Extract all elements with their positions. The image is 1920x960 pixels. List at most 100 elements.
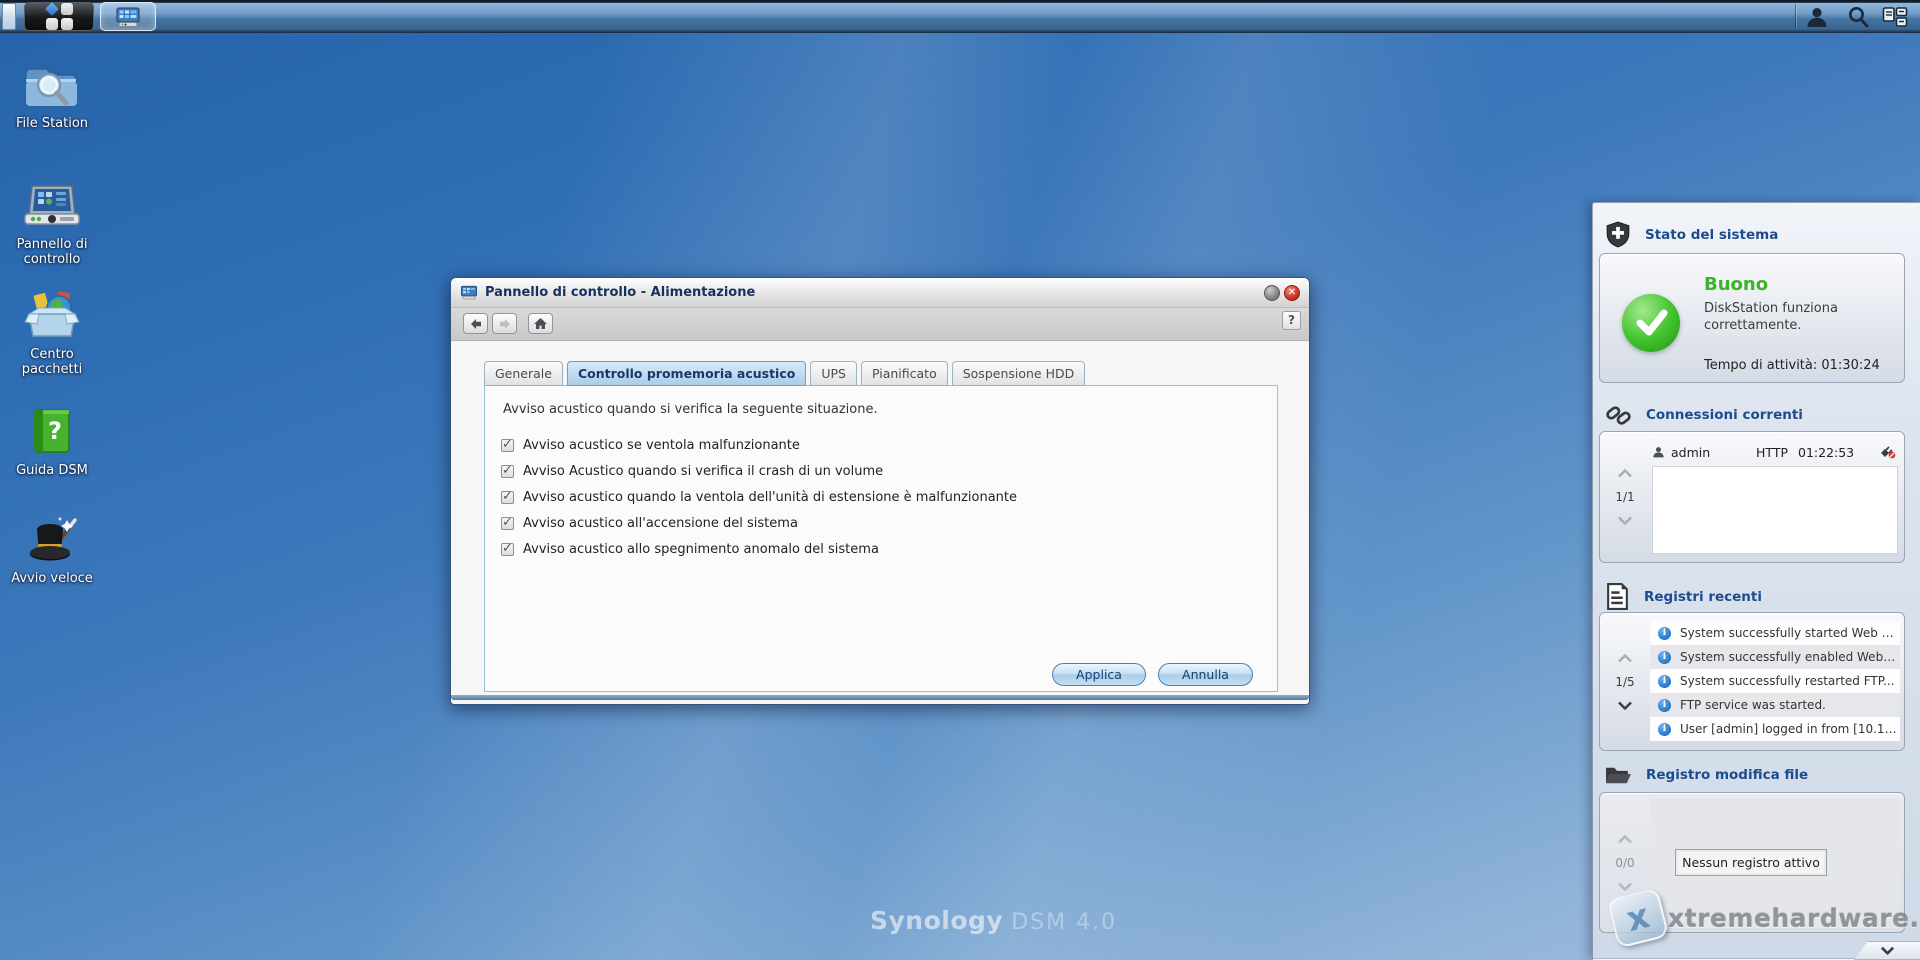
connection-row[interactable]: admin HTTP 01:22:53 bbox=[1652, 440, 1898, 464]
tab[interactable]: Pianificato bbox=[861, 361, 948, 386]
checkbox-checked[interactable] bbox=[501, 517, 514, 530]
forward-arrow-icon bbox=[498, 318, 512, 330]
minimize-button[interactable] bbox=[1264, 285, 1280, 301]
desktop-icon-label: Guida DSM bbox=[4, 463, 100, 478]
home-button[interactable] bbox=[528, 313, 553, 334]
connections-pager: 1/1 bbox=[1600, 432, 1650, 562]
home-icon bbox=[533, 317, 548, 330]
tab-content-panel: Avviso acustico quando si verifica la se… bbox=[484, 385, 1278, 692]
checkbox-label: Avviso acustico se ventola malfunzionant… bbox=[523, 438, 800, 453]
checkbox-row[interactable]: Avviso acustico all'accensione del siste… bbox=[501, 510, 1017, 536]
page-up-icon[interactable] bbox=[1617, 835, 1633, 844]
cancel-button[interactable]: Annulla bbox=[1158, 663, 1253, 686]
close-button[interactable]: ✕ bbox=[1284, 285, 1300, 301]
checkbox-checked[interactable] bbox=[501, 543, 514, 556]
checkbox-checked[interactable] bbox=[501, 465, 514, 478]
package-box-icon bbox=[23, 286, 81, 344]
window-titlebar[interactable]: Pannello di controllo - Alimentazione ✕ bbox=[451, 278, 1309, 308]
checkbox-label: Avviso Acustico quando si verifica il cr… bbox=[523, 464, 883, 479]
desktop-icon-label: Avvio veloce bbox=[4, 571, 100, 586]
chevron-down-icon bbox=[1880, 946, 1895, 955]
search-button[interactable] bbox=[1841, 0, 1875, 33]
window-bottom-frame bbox=[451, 695, 1309, 700]
info-icon: i bbox=[1658, 723, 1671, 736]
back-button[interactable] bbox=[463, 313, 488, 334]
log-document-icon bbox=[1605, 583, 1630, 610]
log-row[interactable]: i User [admin] logged in from [10.16... bbox=[1650, 717, 1900, 741]
page-up-icon[interactable] bbox=[1617, 469, 1633, 478]
info-icon: i bbox=[1658, 651, 1671, 664]
dsm-version-text: DSM 4.0 bbox=[1011, 910, 1117, 935]
info-icon: i bbox=[1658, 699, 1671, 712]
window-body: Generale Controllo promemoria acustico U… bbox=[451, 341, 1309, 700]
tab[interactable]: Sospensione HDD bbox=[952, 361, 1086, 386]
window-toolbar: ? bbox=[451, 308, 1309, 341]
disconnect-icon[interactable] bbox=[1879, 444, 1896, 463]
desktop-icon-package-center[interactable]: Centro pacchetti bbox=[4, 286, 100, 377]
desktop-icon-quick-start[interactable]: Avvio veloce bbox=[4, 510, 100, 586]
recent-logs-header: Registri recenti bbox=[1605, 583, 1762, 610]
system-status-box: Buono DiskStation funziona correttamente… bbox=[1599, 253, 1905, 383]
help-button[interactable]: ? bbox=[1282, 311, 1301, 330]
checkbox-checked[interactable] bbox=[501, 439, 514, 452]
status-ok-icon bbox=[1622, 294, 1680, 352]
connection-time: 01:22:53 bbox=[1798, 445, 1854, 460]
page-down-icon[interactable] bbox=[1617, 882, 1633, 891]
log-row[interactable]: i FTP service was started. bbox=[1650, 693, 1900, 717]
synology-logo-text: Synology bbox=[870, 906, 1003, 935]
log-row[interactable]: i System successfully started Web St... bbox=[1650, 621, 1900, 645]
system-status-header: Stato del sistema bbox=[1605, 221, 1778, 248]
widget-title: Registri recenti bbox=[1644, 589, 1762, 605]
desktop: File Station Pannello di controllo bbox=[0, 0, 1920, 960]
checkbox-row[interactable]: Avviso acustico allo spegnimento anomalo… bbox=[501, 536, 1017, 562]
user-menu-button[interactable] bbox=[1800, 0, 1834, 33]
checkbox-row[interactable]: Avviso acustico quando la ventola dell'u… bbox=[501, 484, 1017, 510]
tab[interactable]: Controllo promemoria acustico bbox=[567, 361, 806, 386]
page-down-icon[interactable] bbox=[1617, 701, 1633, 710]
page-up-icon[interactable] bbox=[1617, 654, 1633, 663]
tab[interactable]: UPS bbox=[810, 361, 857, 386]
green-help-book-icon: ? bbox=[23, 402, 81, 460]
taskbar-divider bbox=[1795, 4, 1796, 29]
pilot-view-icon bbox=[1882, 6, 1908, 28]
log-text: System successfully started Web St... bbox=[1680, 626, 1900, 640]
checkbox-label: Avviso acustico quando la ventola dell'u… bbox=[523, 490, 1017, 505]
checkbox-row[interactable]: Avviso acustico se ventola malfunzionant… bbox=[501, 432, 1017, 458]
connections-header: Connessioni correnti bbox=[1605, 401, 1803, 428]
panel-collapse-button[interactable] bbox=[1854, 941, 1920, 960]
info-icon: i bbox=[1658, 627, 1671, 640]
tab[interactable]: Generale bbox=[484, 361, 563, 386]
page-down-icon[interactable] bbox=[1617, 516, 1633, 525]
checkbox-checked[interactable] bbox=[501, 491, 514, 504]
file-log-empty-message: Nessun registro attivo bbox=[1675, 849, 1827, 876]
desktop-icon-label: Pannello di controllo bbox=[4, 237, 100, 267]
log-text: FTP service was started. bbox=[1680, 698, 1826, 712]
desktop-icon-label: Centro pacchetti bbox=[4, 347, 100, 377]
show-desktop-button[interactable] bbox=[2, 3, 16, 30]
pilot-view-button[interactable] bbox=[1878, 0, 1912, 33]
open-folder-icon bbox=[1605, 763, 1632, 787]
forward-button[interactable] bbox=[492, 313, 517, 334]
main-menu-button[interactable] bbox=[24, 2, 94, 31]
control-panel-window: Pannello di controllo - Alimentazione ✕ … bbox=[450, 277, 1310, 705]
control-panel-icon bbox=[23, 176, 81, 234]
pager-label: 1/5 bbox=[1615, 675, 1634, 689]
dsm-watermark: Synology DSM 4.0 bbox=[870, 906, 1117, 935]
log-text: System successfully restarted FTP... bbox=[1680, 674, 1895, 688]
desktop-icon-dsm-help[interactable]: ? Guida DSM bbox=[4, 402, 100, 478]
widget-title: Stato del sistema bbox=[1645, 227, 1778, 243]
info-icon: i bbox=[1658, 675, 1671, 688]
shield-plus-icon bbox=[1605, 221, 1631, 248]
section-intro-text: Avviso acustico quando si verifica la se… bbox=[503, 402, 878, 417]
log-row[interactable]: i System successfully enabled WebD... bbox=[1650, 645, 1900, 669]
logs-pager: 1/5 bbox=[1600, 613, 1650, 750]
log-list: i System successfully started Web St... … bbox=[1650, 621, 1900, 741]
user-icon bbox=[1805, 5, 1829, 29]
taskbar-active-window-button[interactable] bbox=[100, 2, 156, 31]
log-row[interactable]: i System successfully restarted FTP... bbox=[1650, 669, 1900, 693]
desktop-icon-file-station[interactable]: File Station bbox=[4, 55, 100, 131]
desktop-icon-control-panel[interactable]: Pannello di controllo bbox=[4, 176, 100, 267]
desktop-icon-label: File Station bbox=[4, 116, 100, 131]
apply-button[interactable]: Applica bbox=[1052, 663, 1146, 686]
checkbox-row[interactable]: Avviso Acustico quando si verifica il cr… bbox=[501, 458, 1017, 484]
